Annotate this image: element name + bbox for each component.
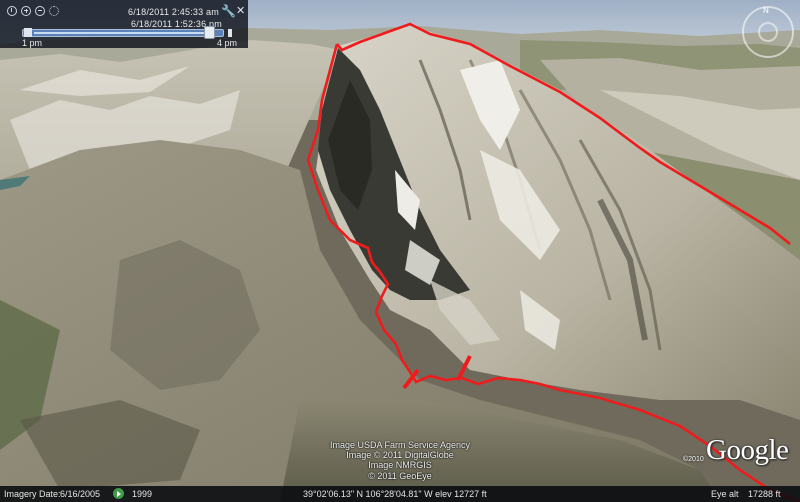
slider-end-cap[interactable]	[228, 29, 232, 37]
clock-icon[interactable]	[7, 6, 17, 16]
north-indicator-icon[interactable]: N	[763, 6, 769, 15]
eye-alt-label: Eye alt	[711, 489, 739, 499]
terrain-view[interactable]	[0, 0, 800, 502]
zoom-in-icon[interactable]	[21, 6, 31, 16]
time-start-label: 6/18/2011 2:45:33 am	[128, 7, 219, 17]
status-bar: Imagery Date: 6/16/2005 1999 39°02'06.13…	[0, 486, 800, 502]
credit-line: Image © 2011 DigitalGlobe	[346, 450, 454, 461]
slider-start-handle[interactable]	[24, 28, 32, 37]
historical-imagery-icon[interactable]	[113, 488, 124, 499]
time-slider-toolbar	[7, 6, 59, 16]
google-logo: Google	[706, 434, 789, 466]
close-icon[interactable]: ✕	[236, 4, 245, 17]
range-end-label: 4 pm	[217, 38, 238, 48]
credit-line: © 2011 GeoEye	[368, 470, 432, 481]
imagery-credits: Image USDA Farm Service Agency Image © 2…	[300, 440, 500, 481]
logo-copyright: ©2010	[683, 456, 704, 463]
time-slider-track[interactable]	[22, 29, 224, 37]
credit-line: Image USDA Farm Service Agency	[329, 440, 471, 450]
gear-icon[interactable]	[49, 6, 59, 16]
range-start-label: 1 pm	[22, 38, 43, 48]
imagery-date-label: Imagery Date:	[4, 489, 61, 499]
credit-line: Image NMRGIS	[368, 460, 432, 471]
zoom-out-icon[interactable]	[35, 6, 45, 16]
eye-alt-value: 17288 ft	[748, 489, 781, 499]
historical-year: 1999	[132, 489, 153, 499]
slider-end-handle[interactable]	[204, 26, 215, 39]
navigation-compass[interactable]: N	[742, 6, 794, 58]
coordinates-readout: 39°02'06.13" N 106°28'04.81" W elev 1272…	[303, 489, 487, 499]
imagery-date-value: 6/16/2005	[60, 489, 101, 499]
wrench-icon[interactable]: 🔧	[221, 4, 236, 18]
time-slider-panel: 6/18/2011 2:45:33 am 6/18/2011 1:52:36 p…	[0, 0, 248, 48]
